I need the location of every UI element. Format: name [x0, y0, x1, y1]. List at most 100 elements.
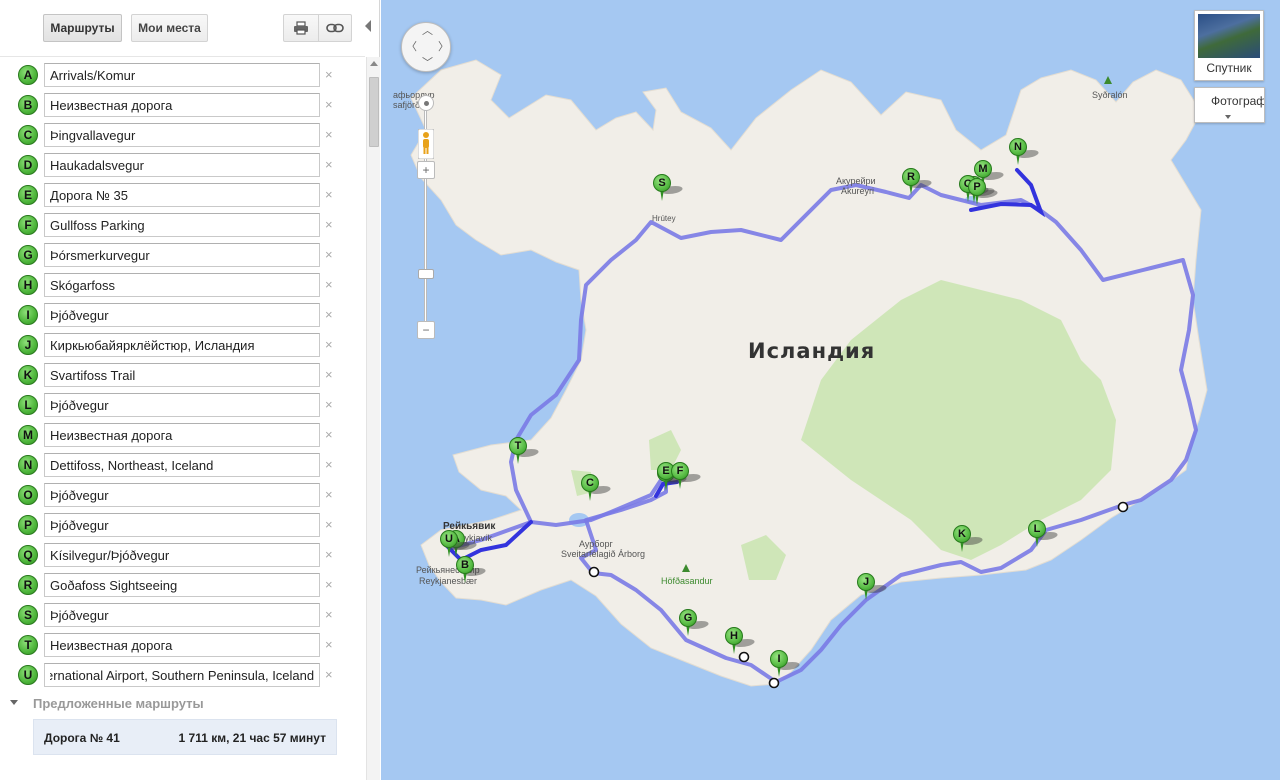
suggested-routes-header[interactable]: Предложенные маршруты — [0, 692, 365, 714]
remove-waypoint-icon[interactable]: × — [325, 487, 333, 502]
my-places-tab-button[interactable]: Мои места — [131, 14, 208, 42]
remove-waypoint-icon[interactable]: × — [325, 517, 333, 532]
map-pin-b[interactable]: B — [456, 556, 489, 584]
pan-up-icon[interactable]: ︿ — [422, 26, 433, 37]
link-button[interactable] — [318, 14, 352, 42]
panel-scrollbar[interactable] — [366, 57, 380, 780]
remove-waypoint-icon[interactable]: × — [325, 187, 333, 202]
waypoint-marker-icon[interactable]: R — [18, 575, 38, 595]
remove-waypoint-icon[interactable]: × — [325, 397, 333, 412]
waypoint-marker-icon[interactable]: S — [18, 605, 38, 625]
waypoint-input[interactable] — [44, 633, 320, 657]
pan-down-icon[interactable]: ﹀ — [422, 58, 433, 69]
remove-waypoint-icon[interactable]: × — [325, 577, 333, 592]
remove-waypoint-icon[interactable]: × — [325, 667, 333, 682]
waypoint-input[interactable] — [44, 603, 320, 627]
waypoint-input[interactable] — [44, 93, 320, 117]
map-pin-k[interactable]: K — [953, 525, 986, 553]
waypoint-input[interactable] — [44, 273, 320, 297]
print-button[interactable] — [283, 14, 319, 42]
waypoint-input[interactable] — [44, 213, 320, 237]
waypoint-input[interactable] — [44, 243, 320, 267]
waypoint-input[interactable] — [44, 543, 320, 567]
waypoint-marker-icon[interactable]: B — [18, 95, 38, 115]
waypoint-marker-icon[interactable]: M — [18, 425, 38, 445]
remove-waypoint-icon[interactable]: × — [325, 127, 333, 142]
satellite-button[interactable]: Спутник — [1194, 10, 1264, 81]
map-pin-j[interactable]: J — [857, 573, 890, 601]
zoom-dot-icon[interactable] — [418, 95, 434, 111]
map-pin-p[interactable]: P — [968, 178, 1001, 206]
waypoint-marker-icon[interactable]: L — [18, 395, 38, 415]
waypoint-input[interactable] — [44, 153, 320, 177]
remove-waypoint-icon[interactable]: × — [325, 547, 333, 562]
waypoint-marker-icon[interactable]: J — [18, 335, 38, 355]
remove-waypoint-icon[interactable]: × — [325, 427, 333, 442]
photos-button[interactable]: Фотографии — [1194, 87, 1265, 123]
map-pin-i[interactable]: I — [770, 650, 803, 678]
remove-waypoint-icon[interactable]: × — [325, 367, 333, 382]
waypoint-marker-icon[interactable]: F — [18, 215, 38, 235]
waypoint-input[interactable] — [44, 333, 320, 357]
waypoint-marker-icon[interactable]: G — [18, 245, 38, 265]
waypoint-marker-icon[interactable]: H — [18, 275, 38, 295]
remove-waypoint-icon[interactable]: × — [325, 637, 333, 652]
waypoint-input[interactable] — [44, 513, 320, 537]
waypoint-input[interactable] — [44, 663, 320, 687]
waypoint-marker-icon[interactable]: E — [18, 185, 38, 205]
map-pin-f[interactable]: F — [671, 462, 704, 490]
zoom-out-button[interactable]: − — [417, 321, 435, 339]
waypoint-marker-icon[interactable]: P — [18, 515, 38, 535]
remove-waypoint-icon[interactable]: × — [325, 157, 333, 172]
map-pin-h[interactable]: H — [725, 627, 758, 655]
waypoint-input[interactable] — [44, 573, 320, 597]
map-pin-r[interactable]: R — [902, 168, 935, 196]
collapse-panel-icon[interactable] — [365, 20, 371, 32]
routes-tab-button[interactable]: Маршруты — [43, 14, 122, 42]
pan-right-icon[interactable]: 〉 — [438, 42, 449, 53]
suggested-route-item[interactable]: Дорога № 41 1 711 км, 21 час 57 минут — [33, 719, 337, 755]
remove-waypoint-icon[interactable]: × — [325, 277, 333, 292]
waypoint-marker-icon[interactable]: N — [18, 455, 38, 475]
waypoint-input[interactable] — [44, 453, 320, 477]
remove-waypoint-icon[interactable]: × — [325, 337, 333, 352]
map-pin-n[interactable]: N — [1009, 138, 1042, 166]
waypoint-input[interactable] — [44, 63, 320, 87]
zoom-slider-knob[interactable] — [418, 269, 434, 279]
waypoint-input[interactable] — [44, 393, 320, 417]
map-pin-l[interactable]: L — [1028, 520, 1061, 548]
street-view-pegman-icon[interactable] — [418, 129, 434, 159]
remove-waypoint-icon[interactable]: × — [325, 97, 333, 112]
waypoint-marker-icon[interactable]: D — [18, 155, 38, 175]
map-canvas[interactable]: Акурейри Akureyri Рейкьявик Reykjavík Ре… — [381, 0, 1280, 780]
map-pin-u[interactable]: U — [440, 530, 473, 558]
remove-waypoint-icon[interactable]: × — [325, 67, 333, 82]
waypoint-marker-icon[interactable]: U — [18, 665, 38, 685]
waypoint-marker-icon[interactable]: T — [18, 635, 38, 655]
waypoint-marker-icon[interactable]: O — [18, 485, 38, 505]
remove-waypoint-icon[interactable]: × — [325, 247, 333, 262]
waypoint-input[interactable] — [44, 483, 320, 507]
pan-left-icon[interactable]: 〈 — [406, 42, 417, 53]
scroll-up-arrow-icon[interactable] — [370, 61, 378, 66]
waypoint-input[interactable] — [44, 423, 320, 447]
scrollbar-thumb[interactable] — [369, 77, 379, 147]
waypoint-input[interactable] — [44, 303, 320, 327]
map-pin-c[interactable]: C — [581, 474, 614, 502]
map-pin-t[interactable]: T — [509, 437, 542, 465]
zoom-in-button[interactable]: + — [417, 161, 435, 179]
waypoint-marker-icon[interactable]: C — [18, 125, 38, 145]
waypoint-marker-icon[interactable]: K — [18, 365, 38, 385]
map-pin-s[interactable]: S — [653, 174, 686, 202]
remove-waypoint-icon[interactable]: × — [325, 457, 333, 472]
remove-waypoint-icon[interactable]: × — [325, 217, 333, 232]
waypoint-marker-icon[interactable]: Q — [18, 545, 38, 565]
remove-waypoint-icon[interactable]: × — [325, 607, 333, 622]
waypoint-input[interactable] — [44, 183, 320, 207]
waypoint-marker-icon[interactable]: A — [18, 65, 38, 85]
pan-control[interactable]: ︿ ﹀ 〈 〉 — [401, 22, 451, 72]
map-pin-g[interactable]: G — [679, 609, 712, 637]
waypoint-input[interactable] — [44, 123, 320, 147]
remove-waypoint-icon[interactable]: × — [325, 307, 333, 322]
waypoint-marker-icon[interactable]: I — [18, 305, 38, 325]
